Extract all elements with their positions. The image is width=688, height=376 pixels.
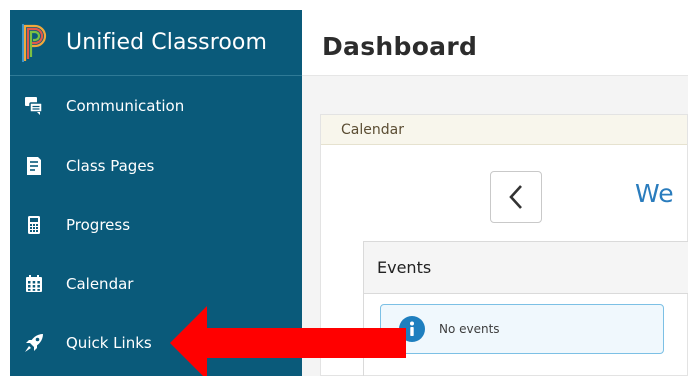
sidebar-item-calendar[interactable]: Calendar — [10, 254, 302, 313]
no-events-text: No events — [439, 322, 500, 336]
sidebar-item-progress[interactable]: Progress — [10, 195, 302, 254]
week-label: We — [635, 179, 674, 208]
page-title: Dashboard — [322, 32, 478, 61]
events-panel-header: Events — [364, 242, 688, 294]
chevron-left-icon — [509, 185, 522, 209]
sidebar-item-label: Class Pages — [66, 156, 155, 175]
events-title: Events — [377, 258, 432, 277]
chat-bubbles-icon — [24, 96, 44, 116]
no-events-alert: No events — [380, 304, 664, 354]
calendar-grid-icon — [24, 274, 44, 294]
previous-week-button[interactable] — [490, 171, 542, 223]
sidebar-item-class-pages[interactable]: Class Pages — [10, 136, 302, 195]
calendar-card-header: Calendar — [321, 115, 687, 145]
sidebar-item-label: Communication — [66, 97, 185, 115]
sidebar-item-label: Quick Links — [66, 333, 152, 352]
sidebar-item-label: Progress — [66, 215, 131, 234]
red-arrow-annotation — [170, 306, 406, 376]
powerschool-logo-icon[interactable] — [22, 23, 48, 63]
calculator-icon — [24, 215, 44, 235]
rocket-icon — [24, 333, 44, 353]
sidebar-item-label: Calendar — [66, 274, 134, 293]
document-lines-icon — [24, 156, 44, 176]
calendar-card-title: Calendar — [341, 121, 404, 138]
sidebar-header: Unified Classroom — [10, 10, 302, 76]
app-title: Unified Classroom — [66, 30, 267, 55]
sidebar-item-communication[interactable]: Communication — [10, 76, 302, 136]
top-bar: Dashboard — [302, 10, 688, 76]
events-panel: Events No events — [363, 241, 688, 376]
